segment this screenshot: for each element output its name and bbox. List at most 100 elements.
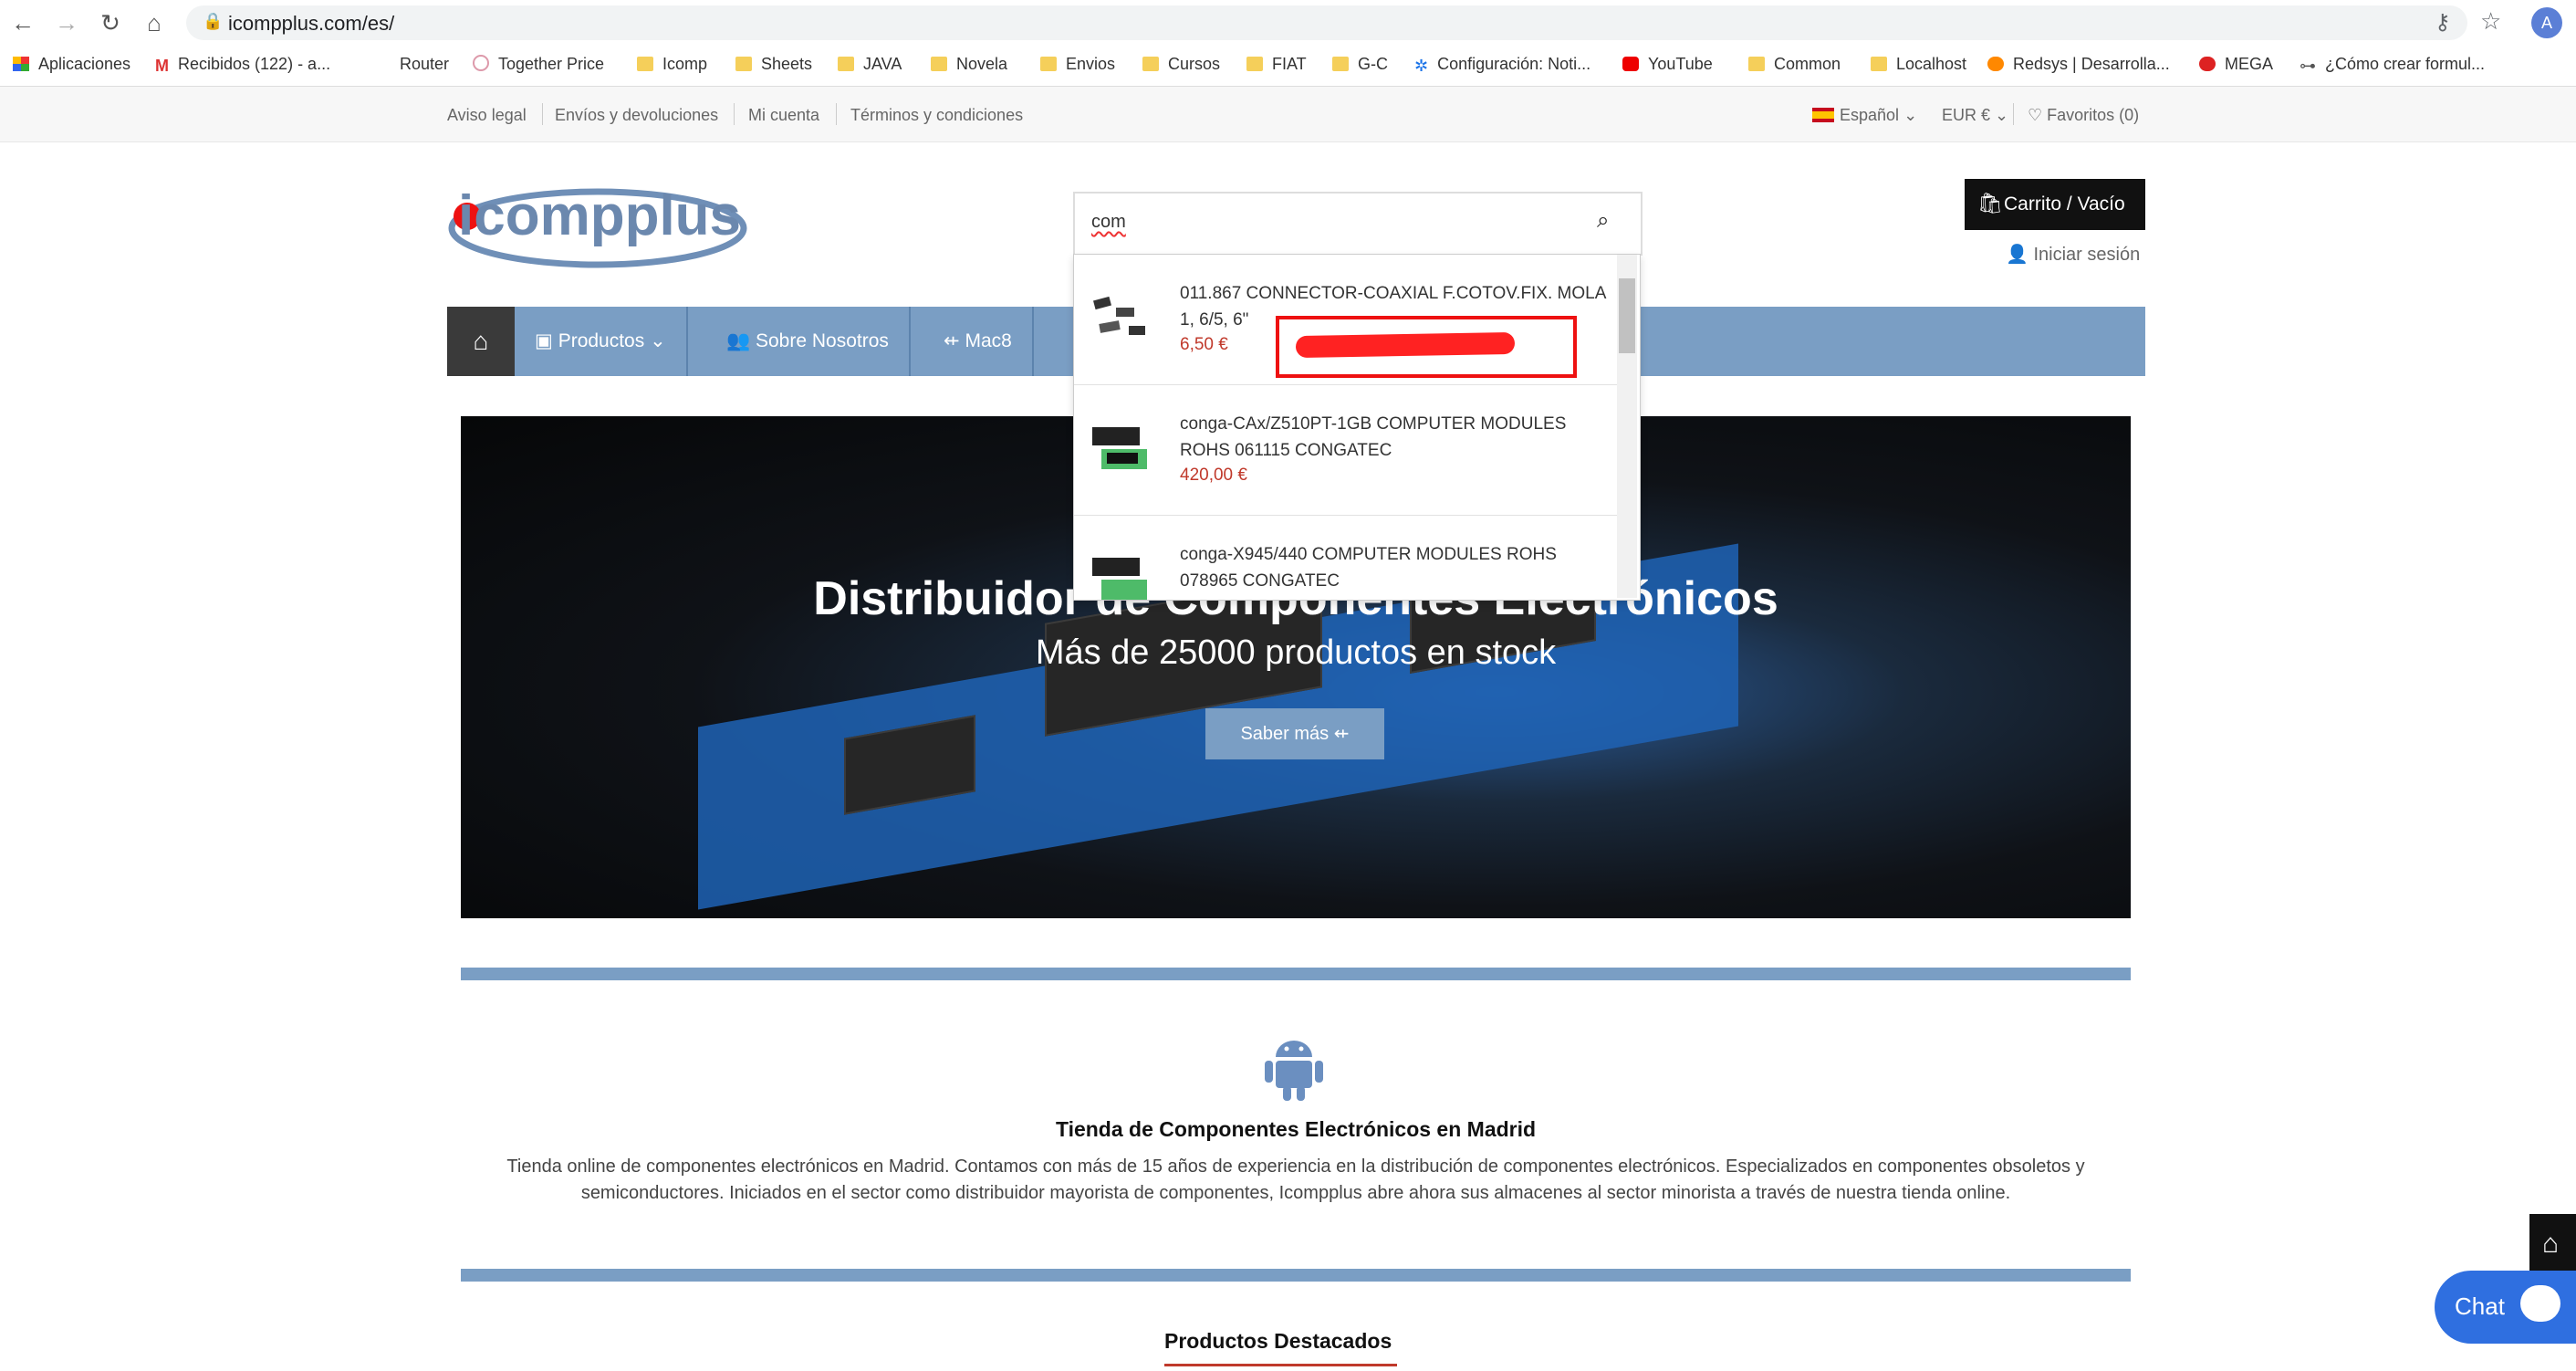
users-icon: 👥 xyxy=(726,330,751,351)
dropdown-scrollbar-thumb[interactable] xyxy=(1619,278,1635,353)
archive-box-icon: ▣ xyxy=(535,330,553,351)
chat-label: Chat xyxy=(2455,1293,2505,1320)
folder-icon xyxy=(1246,57,1263,71)
user-icon: 👤 xyxy=(2006,245,2028,265)
hero-subtitle: Más de 25000 productos en stock xyxy=(1035,633,1557,672)
nav-mac8[interactable]: ⇷ Mac8 xyxy=(923,307,1034,376)
login-link[interactable]: 👤 Iniciar sesión xyxy=(2006,243,2140,266)
heart-icon: ♡ xyxy=(2028,106,2043,124)
result-price: 6,50 € xyxy=(1180,335,1228,354)
divider xyxy=(542,103,543,125)
utility-bar: Aviso legal Envíos y devoluciones Mi cue… xyxy=(0,87,2576,142)
gear-icon: ✲ xyxy=(1414,57,1429,75)
bookmark-item[interactable]: G-C xyxy=(1332,55,1388,74)
folder-icon xyxy=(1142,57,1159,71)
bookmark-item[interactable]: Aplicaciones xyxy=(13,55,130,74)
bookmark-star-icon[interactable]: ☆ xyxy=(2480,7,2501,36)
profile-avatar[interactable]: A xyxy=(2531,7,2562,38)
mega-icon xyxy=(2199,57,2216,71)
featured-title: Productos Destacados xyxy=(1164,1329,1392,1353)
url-text[interactable]: icompplus.com/es/ xyxy=(228,12,394,36)
bookmarks-bar: Aplicaciones M Recibidos (122) - a... Rou… xyxy=(0,46,2576,87)
house-icon: ⌂ xyxy=(2542,1229,2560,1259)
nav-productos[interactable]: ▣ Productos ⌄ xyxy=(515,307,688,376)
site-logo[interactable]: icompplus xyxy=(447,178,748,269)
search-box[interactable] xyxy=(1073,192,1643,256)
section-divider xyxy=(461,1269,2131,1282)
bookmark-item[interactable]: Envios xyxy=(1040,55,1115,74)
lock-icon[interactable]: 🔒 xyxy=(203,12,223,31)
search-results-dropdown: 011.867 CONNECTOR-COAXIAL F.COTOV.FIX. M… xyxy=(1073,254,1641,601)
home-icon[interactable]: ⌂ xyxy=(447,307,515,376)
shopping-bag-icon: 🛍 xyxy=(1977,192,2003,215)
section-divider xyxy=(461,968,2131,980)
redaction-scribble xyxy=(1295,331,1516,359)
key-icon[interactable]: ⚷ xyxy=(2435,9,2451,36)
bookmark-item[interactable]: M Recibidos (122) - a... xyxy=(155,55,330,75)
link-envios[interactable]: Envíos y devoluciones xyxy=(555,106,718,125)
firefox-icon xyxy=(1987,57,2004,71)
product-thumbnail xyxy=(1092,427,1147,469)
android-icon xyxy=(1265,1041,1323,1101)
bookmark-item[interactable]: ✲ Configuración: Noti... xyxy=(1414,55,1590,75)
reload-icon[interactable]: ↻ xyxy=(95,7,126,38)
result-name: conga-CAx/Z510PT-1GB COMPUTER MODULES RO… xyxy=(1180,414,1567,460)
search-icon[interactable]: ⌕ xyxy=(1597,208,1609,234)
bookmark-item[interactable]: Common xyxy=(1748,55,1841,74)
favorites-link[interactable]: ♡ Favoritos (0) xyxy=(2028,106,2139,125)
bookmark-item[interactable]: ⊶ ¿Cómo crear formul... xyxy=(2300,55,2485,75)
youtube-icon xyxy=(1622,57,1639,71)
folder-icon xyxy=(931,57,947,71)
bookmark-item[interactable]: Redsys | Desarrolla... xyxy=(1987,55,2170,74)
nav-sobre-nosotros[interactable]: 👥 Sobre Nosotros xyxy=(706,307,911,376)
apps-grid-icon xyxy=(13,57,29,71)
link-terminos[interactable]: Términos y condiciones xyxy=(850,106,1023,125)
address-bar[interactable] xyxy=(186,5,2467,40)
product-thumbnail xyxy=(1092,558,1147,600)
togetherprice-icon xyxy=(473,55,489,71)
link-mi-cuenta[interactable]: Mi cuenta xyxy=(748,106,819,125)
spain-flag-icon xyxy=(1812,108,1834,122)
divider xyxy=(836,103,837,125)
folder-icon xyxy=(1040,57,1057,71)
bookmark-item[interactable]: Sheets xyxy=(735,55,812,74)
search-result-item[interactable]: conga-X945/440 COMPUTER MODULES ROHS 078… xyxy=(1074,516,1618,600)
bookmark-item[interactable]: Cursos xyxy=(1142,55,1220,74)
bookmark-item[interactable]: Novela xyxy=(931,55,1007,74)
bookmark-item[interactable]: Together Price xyxy=(473,55,604,74)
folder-icon xyxy=(1748,57,1765,71)
accessibility-widget[interactable]: ⌂ xyxy=(2529,1214,2576,1276)
chat-bubble-icon xyxy=(2520,1285,2560,1322)
result-price: 420,00 € xyxy=(1180,466,1247,485)
folder-icon xyxy=(735,57,752,71)
section-title: Tienda de Componentes Electrónicos en Ma… xyxy=(1055,1117,1537,1141)
folder-icon xyxy=(1332,57,1349,71)
bookmark-item[interactable]: Router xyxy=(374,55,449,74)
logo-text: icompplus xyxy=(458,184,741,247)
bookmark-item[interactable]: Localhost xyxy=(1871,55,1966,74)
currency-selector[interactable]: EUR € ⌄ xyxy=(1942,106,2008,125)
bookmark-item[interactable]: MEGA xyxy=(2199,55,2273,74)
search-input[interactable]: com xyxy=(1091,212,1126,233)
saber-mas-button[interactable]: Saber más ⇷ xyxy=(1205,708,1384,759)
section-text: Tienda online de componentes electrónico… xyxy=(506,1156,2085,1203)
chevron-down-icon: ⌄ xyxy=(650,330,666,351)
home-icon[interactable]: ⌂ xyxy=(139,7,170,38)
product-thumbnail xyxy=(1093,296,1145,335)
result-name: conga-X945/440 COMPUTER MODULES ROHS 078… xyxy=(1180,545,1557,591)
link-aviso-legal[interactable]: Aviso legal xyxy=(447,106,527,125)
language-selector[interactable]: Español ⌄ xyxy=(1812,106,1917,125)
featured-underline xyxy=(1164,1364,1397,1366)
usb-icon: ⇷ xyxy=(944,330,960,351)
car-icon: ⊶ xyxy=(2300,57,2316,75)
bookmark-item[interactable]: FIAT xyxy=(1246,55,1307,74)
usb-icon: ⇷ xyxy=(1333,724,1350,744)
back-arrow-icon[interactable]: ← xyxy=(7,7,38,38)
cart-label: Carrito / Vacío xyxy=(2004,194,2125,215)
bookmark-item[interactable]: YouTube xyxy=(1622,55,1713,74)
search-result-item[interactable]: conga-CAx/Z510PT-1GB COMPUTER MODULES RO… xyxy=(1074,385,1618,516)
bookmark-item[interactable]: Icomp xyxy=(637,55,707,74)
forward-arrow-icon[interactable]: → xyxy=(51,7,82,38)
folder-icon xyxy=(838,57,854,71)
bookmark-item[interactable]: JAVA xyxy=(838,55,902,74)
